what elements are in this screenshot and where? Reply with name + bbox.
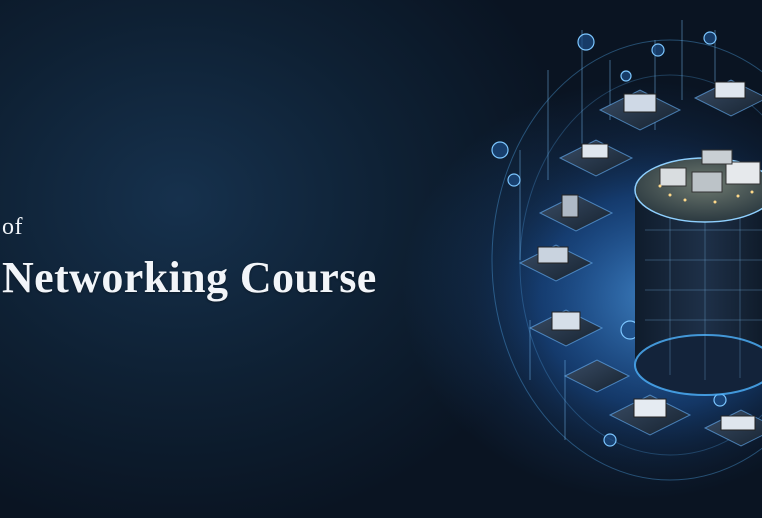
laptop-icon (620, 70, 632, 82)
router-icon (703, 31, 717, 45)
cloud-icon (603, 433, 617, 447)
globe-icon (577, 33, 595, 51)
network-illustration (470, 20, 762, 481)
data-center-hub (634, 149, 762, 396)
server-icon (491, 141, 509, 159)
title-line-1: of (2, 214, 23, 240)
hero-banner: of Networking Course (0, 0, 762, 518)
router-icon (713, 393, 727, 407)
cloud-icon (651, 43, 665, 57)
monitor-icon (507, 173, 521, 187)
title-line-2: Networking Course (2, 253, 377, 302)
